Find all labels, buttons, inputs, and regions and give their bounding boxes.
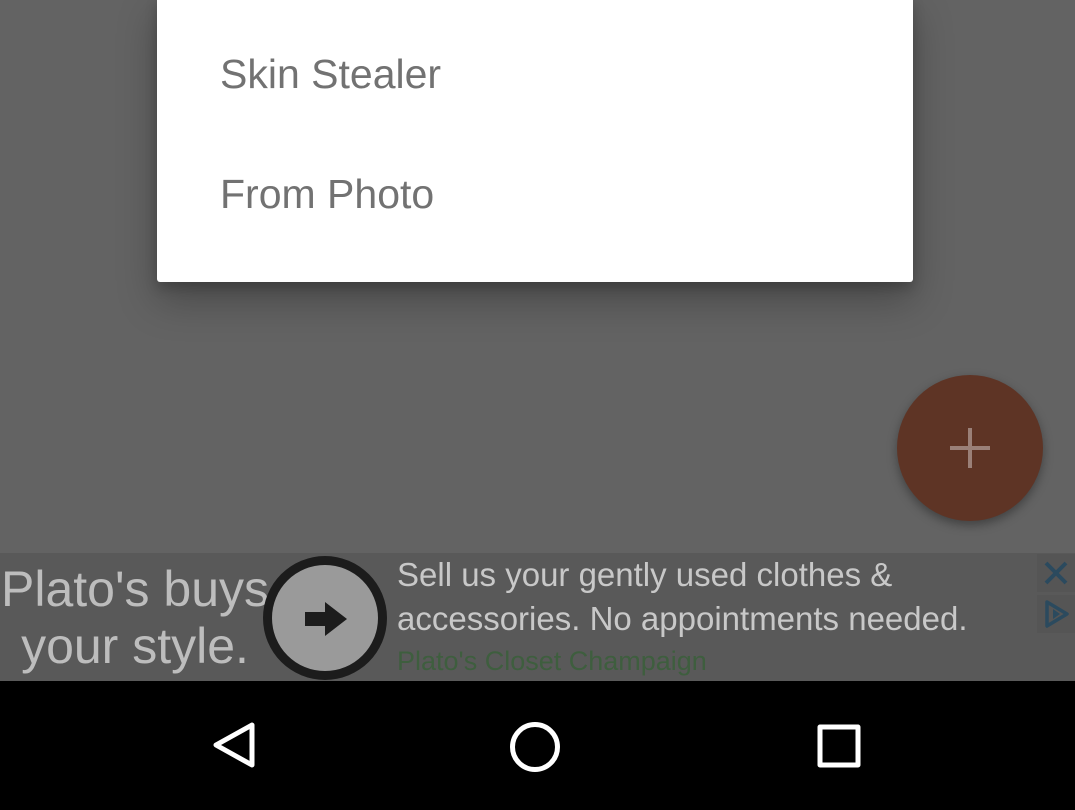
system-navigation-bar xyxy=(0,681,1075,810)
adchoices-icon xyxy=(1045,600,1069,628)
adchoices-button[interactable] xyxy=(1037,595,1075,633)
menu-item-label: From Photo xyxy=(220,171,435,217)
nav-back-button[interactable] xyxy=(198,713,270,777)
ad-headline: Plato's buys your style. xyxy=(0,561,270,674)
plus-icon xyxy=(897,375,1043,521)
nav-recents-button[interactable] xyxy=(803,713,875,777)
menu-item-label: Skin Stealer xyxy=(220,51,442,97)
popup-menu: Skin Stealer From Photo xyxy=(157,0,913,282)
back-triangle-icon xyxy=(213,722,255,768)
ad-open-button[interactable] xyxy=(263,556,387,680)
menu-item-from-photo[interactable]: From Photo xyxy=(157,132,913,252)
menu-item-skin-stealer[interactable]: Skin Stealer xyxy=(157,12,913,132)
recents-square-icon xyxy=(817,724,861,768)
ad-banner[interactable]: Plato's buys your style. Sell us your ge… xyxy=(0,553,1075,681)
ad-arrow-circle xyxy=(272,565,378,671)
home-circle-icon xyxy=(510,722,560,772)
ad-close-button[interactable] xyxy=(1037,554,1075,592)
ad-body-text: Sell us your gently used clothes & acces… xyxy=(397,556,968,637)
close-icon xyxy=(1044,561,1068,585)
arrow-right-icon xyxy=(305,602,347,636)
nav-home-button[interactable] xyxy=(499,713,571,777)
ad-advertiser-name: Plato's Closet Champaign xyxy=(397,646,707,676)
add-fab-button[interactable] xyxy=(897,375,1043,521)
screen: Skin Stealer From Photo Plato's buys you… xyxy=(0,0,1075,810)
